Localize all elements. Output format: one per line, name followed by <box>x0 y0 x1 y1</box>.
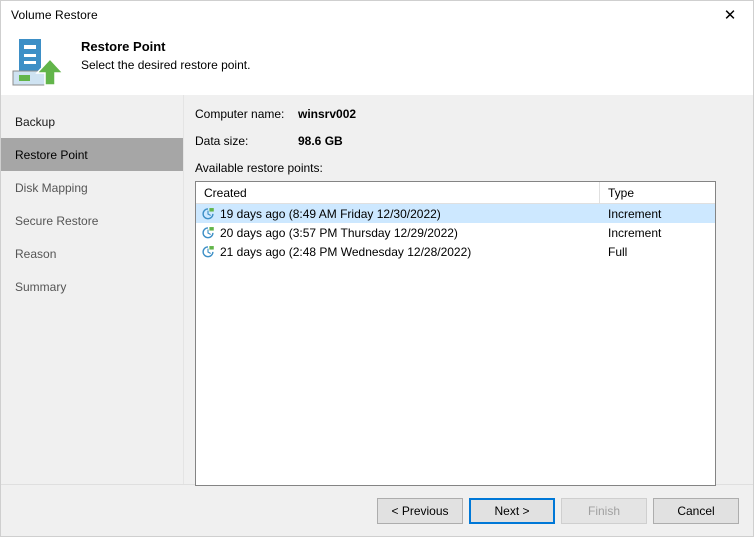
close-button[interactable]: ✕ <box>707 1 753 30</box>
wizard-header: Restore Point Select the desired restore… <box>1 31 753 95</box>
computer-name-label: Computer name: <box>195 107 285 121</box>
page-title: Restore Point <box>81 39 166 54</box>
button-label: Cancel <box>677 503 715 518</box>
list-header-row: Created Type <box>196 182 715 204</box>
table-row[interactable]: 19 days ago (8:49 AM Friday 12/30/2022) I… <box>196 204 715 223</box>
table-row[interactable]: 20 days ago (3:57 PM Thursday 12/29/2022… <box>196 223 715 242</box>
cell-type: Increment <box>608 225 662 240</box>
data-size-label: Data size: <box>195 134 249 148</box>
computer-name-value: winsrv002 <box>298 107 357 121</box>
cell-created-text: 19 days ago (8:49 AM Friday 12/30/2022) <box>220 206 441 221</box>
sidebar-item-backup[interactable]: Backup <box>1 105 183 138</box>
data-size-row: Data size: 98.6 GB <box>195 134 753 148</box>
page-subtitle: Select the desired restore point. <box>81 58 251 72</box>
sidebar-item-secure-restore[interactable]: Secure Restore <box>1 204 183 237</box>
dialog-body: Backup Restore Point Disk Mapping Secure Re… <box>1 95 753 486</box>
data-size-value: 98.6 GB <box>298 134 343 148</box>
button-label: < Previous <box>391 503 449 518</box>
restore-point-icon <box>201 226 220 240</box>
dialog-footer: < Previous Next > Finish Cancel <box>1 484 753 536</box>
cell-created: 19 days ago (8:49 AM Friday 12/30/2022) <box>196 207 600 221</box>
column-header-created[interactable]: Created <box>196 182 600 203</box>
restore-points-caption: Available restore points: <box>195 161 323 175</box>
wizard-steps-sidebar: Backup Restore Point Disk Mapping Secure Re… <box>1 95 184 484</box>
button-label: Next > <box>494 503 530 518</box>
next-button[interactable]: Next > <box>469 497 555 524</box>
sidebar-item-label: Reason <box>15 246 57 261</box>
header-text-block: Restore Point Select the desired restore… <box>81 39 250 72</box>
volume-restore-dialog: Volume Restore ✕ Restore Point Select th… <box>0 0 754 537</box>
cell-created: 20 days ago (3:57 PM Thursday 12/29/2022… <box>196 226 600 240</box>
cell-created-text: 20 days ago (3:57 PM Thursday 12/29/2022… <box>220 225 458 240</box>
restore-point-icon <box>201 207 220 221</box>
volume-restore-icon <box>11 35 67 91</box>
cell-created-text: 21 days ago (2:48 PM Wednesday 12/28/202… <box>220 244 472 259</box>
sidebar-item-label: Disk Mapping <box>15 180 88 195</box>
cell-created: 21 days ago (2:48 PM Wednesday 12/28/202… <box>196 245 600 259</box>
window-title: Volume Restore <box>11 8 98 22</box>
column-header-type[interactable]: Type <box>600 182 715 203</box>
cell-type: Increment <box>608 206 662 221</box>
previous-button[interactable]: < Previous <box>377 497 463 524</box>
finish-button: Finish <box>561 497 647 524</box>
list-rows: 19 days ago (8:49 AM Friday 12/30/2022) I… <box>196 204 715 261</box>
sidebar-item-label: Summary <box>15 279 67 294</box>
button-label: Finish <box>587 503 620 518</box>
sidebar-item-summary[interactable]: Summary <box>1 270 183 303</box>
computer-name-row: Computer name: winsrv002 <box>195 107 753 121</box>
restore-points-list[interactable]: Created Type 19 days ago (8:49 AM Friday… <box>195 181 716 486</box>
title-bar: Volume Restore ✕ <box>1 1 753 31</box>
sidebar-item-disk-mapping[interactable]: Disk Mapping <box>1 171 183 204</box>
sidebar-item-reason[interactable]: Reason <box>1 237 183 270</box>
restore-point-panel: Computer name: winsrv002 Data size: 98.6… <box>184 95 753 486</box>
cancel-button[interactable]: Cancel <box>653 497 739 524</box>
sidebar-item-label: Backup <box>15 114 56 129</box>
cell-type: Full <box>608 244 628 259</box>
sidebar-item-label: Secure Restore <box>15 213 99 228</box>
restore-point-icon <box>201 245 220 259</box>
sidebar-item-label: Restore Point <box>15 147 88 162</box>
sidebar-item-restore-point[interactable]: Restore Point <box>1 138 183 171</box>
table-row[interactable]: 21 days ago (2:48 PM Wednesday 12/28/202… <box>196 242 715 261</box>
close-icon: ✕ <box>723 6 737 24</box>
